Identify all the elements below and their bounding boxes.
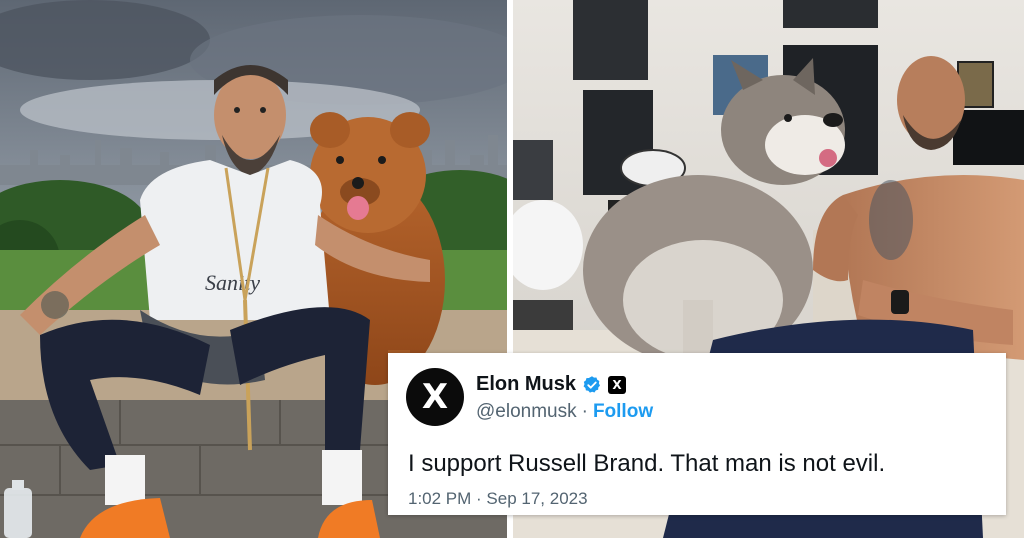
verified-badge-icon	[583, 375, 601, 393]
author-handle[interactable]: @elonmusk	[476, 401, 577, 423]
composite-image: Sanity X Elon Musk X @elonmusk · Follow …	[0, 0, 1024, 538]
follow-button[interactable]: Follow	[593, 401, 653, 423]
handle-row: @elonmusk · Follow	[476, 401, 653, 423]
tweet-text: I support Russell Brand. That man is not…	[408, 450, 886, 477]
separator-dot: ·	[581, 401, 588, 422]
tweet-timestamp[interactable]: 1:02 PM · Sep 17, 2023	[408, 489, 588, 509]
shirt-logo: Sanity	[205, 270, 260, 295]
x-affiliation-glyph: X	[612, 377, 622, 392]
author-display-name[interactable]: Elon Musk	[476, 373, 576, 396]
x-logo-icon: X	[421, 377, 449, 417]
avatar[interactable]: X	[406, 368, 464, 426]
tweet-card[interactable]: X Elon Musk X @elonmusk · Follow I suppo…	[388, 353, 1006, 515]
x-affiliation-badge-icon: X	[608, 375, 627, 394]
author-name-row: Elon Musk X	[476, 373, 627, 396]
